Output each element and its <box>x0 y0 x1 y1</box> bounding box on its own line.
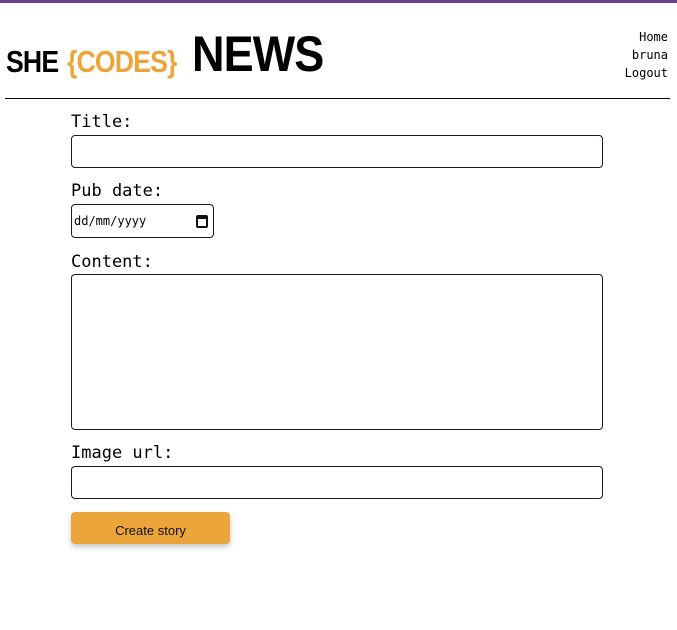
nav-link-user[interactable]: bruna <box>625 46 668 64</box>
logo-news: NEWS <box>192 26 324 82</box>
nav-link-home[interactable]: Home <box>625 28 668 46</box>
pub-date-label: Pub date: <box>71 181 164 201</box>
main-nav: Home bruna Logout <box>625 28 668 82</box>
logo-she: SHE <box>6 44 59 79</box>
pub-date-input[interactable]: dd/mm/yyyy <box>71 204 214 238</box>
top-accent-bar <box>0 0 677 3</box>
pub-date-placeholder: dd/mm/yyyy <box>74 214 147 228</box>
create-story-button[interactable]: Create story <box>71 512 230 544</box>
calendar-icon[interactable] <box>196 214 208 228</box>
logo-codes: {CODES} <box>66 44 177 79</box>
image-url-label: Image url: <box>71 443 174 463</box>
content-label: Content: <box>71 252 153 272</box>
title-label: Title: <box>71 112 133 132</box>
nav-link-logout[interactable]: Logout <box>625 64 668 82</box>
image-url-input[interactable] <box>71 466 603 499</box>
site-logo[interactable]: SHE {CODES} NEWS <box>6 25 338 79</box>
create-story-button-label: Create story <box>115 522 186 538</box>
header-divider <box>5 98 670 99</box>
content-textarea[interactable] <box>71 274 603 430</box>
title-input[interactable] <box>71 135 603 168</box>
